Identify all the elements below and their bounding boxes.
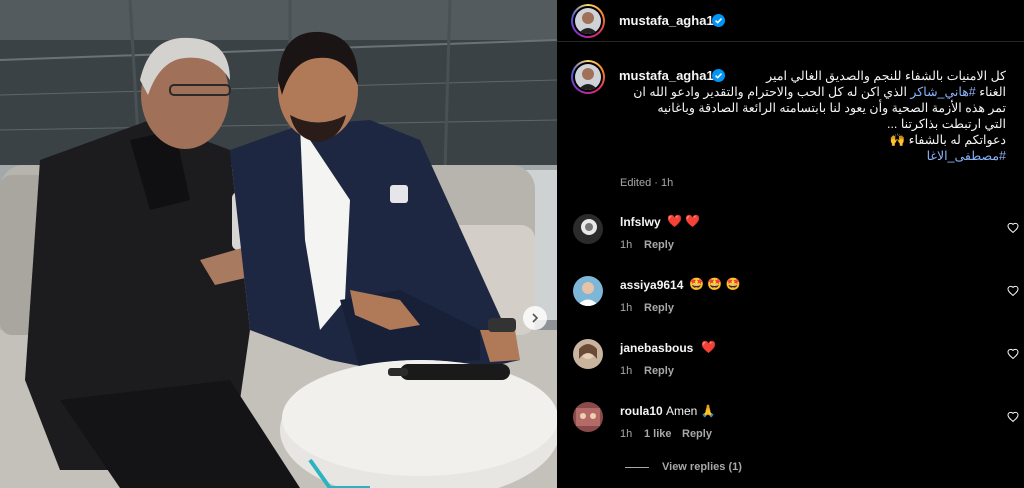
reply-button[interactable]: Reply (682, 428, 712, 440)
post-caption: كل الامنيات بالشفاء للنجم والصديق الغالي… (616, 68, 1006, 164)
comment-avatar[interactable] (573, 402, 603, 432)
caption-text: الغناء (975, 85, 1006, 99)
post-photo (0, 0, 557, 488)
caption-meta: Edited · 1h (620, 177, 673, 189)
heart-outline-icon[interactable] (1007, 411, 1019, 423)
separator: · (654, 177, 658, 189)
heart-outline-icon[interactable] (1007, 222, 1019, 234)
story-ring[interactable] (571, 4, 605, 38)
post-header: mustafa_agha1 (557, 0, 1024, 42)
photo-illustration (0, 0, 557, 488)
avatar (575, 8, 601, 34)
comment-username[interactable]: lnfslwy (620, 215, 661, 229)
caption-line: التي ارتبطت بذاكرتنا ... (886, 117, 1006, 131)
caption-avatar (575, 64, 601, 90)
comment-username[interactable]: assiya9614 (620, 278, 683, 292)
caption-text: الذي اكن له كل الحب والاحترام والتقدير و… (633, 85, 911, 99)
comment-avatar[interactable] (573, 339, 603, 369)
view-replies-button[interactable]: View replies (1) (662, 461, 742, 473)
comment-text: ❤️ ❤️ (667, 214, 701, 228)
comment-username[interactable]: janebasbous (620, 341, 693, 355)
comment-username[interactable]: roula10 (620, 404, 663, 418)
reply-button[interactable]: Reply (644, 302, 674, 314)
comment-time[interactable]: 1h (620, 428, 632, 440)
comment-time[interactable]: 1h (620, 365, 632, 377)
hashtag-link[interactable]: #هاني_شاكر (910, 85, 975, 99)
comment-time[interactable]: 1h (620, 302, 632, 314)
comment-likes[interactable]: 1 like (644, 428, 672, 440)
verified-badge-icon (712, 14, 725, 27)
caption-line: الغناء #هاني_شاكر الذي اكن له كل الحب وا… (616, 84, 1006, 100)
edited-label: Edited (620, 177, 652, 189)
chevron-right-icon (532, 313, 539, 323)
caption-line: دعواتكم له بالشفاء 🙌 (889, 133, 1006, 147)
post-time[interactable]: 1h (661, 177, 673, 189)
reply-button[interactable]: Reply (644, 365, 674, 377)
heart-outline-icon[interactable] (1007, 285, 1019, 297)
caption-line: كل الامنيات بالشفاء للنجم والصديق الغالي… (766, 69, 1006, 83)
reply-button[interactable]: Reply (644, 239, 674, 251)
post-author-username[interactable]: mustafa_agha1 (619, 13, 714, 28)
hashtag-link[interactable]: #مصطفى_الاغا (616, 148, 1006, 164)
replies-divider (625, 467, 649, 468)
comment-avatar[interactable] (573, 276, 603, 306)
comment-avatar[interactable] (573, 214, 603, 244)
comment-text: ❤️ (701, 340, 716, 354)
comment-text: 🤩 🤩 🤩 (689, 277, 741, 291)
caption-story-ring[interactable] (571, 60, 605, 94)
next-image-button[interactable] (523, 306, 547, 330)
post-sidebar: mustafa_agha1 mustafa_agha1 كل الامنيات … (557, 0, 1024, 488)
heart-outline-icon[interactable] (1007, 348, 1019, 360)
comment-time[interactable]: 1h (620, 239, 632, 251)
caption-line: تمر هذه الأزمة الصحية وأن يعود لنا بابتس… (657, 101, 1006, 115)
comment-text: Amen 🙏 (666, 404, 716, 418)
